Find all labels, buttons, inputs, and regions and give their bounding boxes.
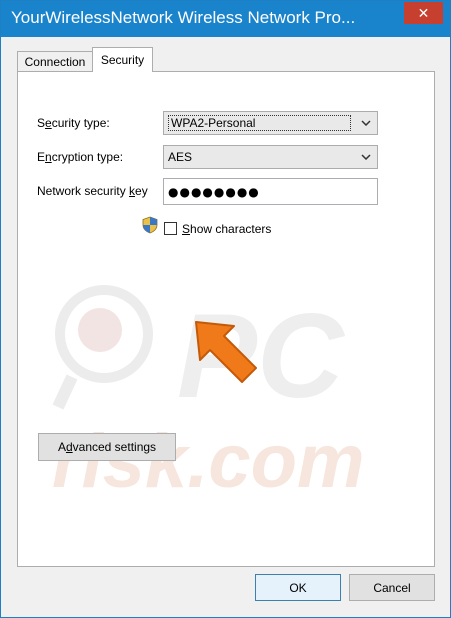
tab-connection-label: Connection	[24, 54, 86, 69]
security-type-select[interactable]: WPA2-Personal	[163, 111, 378, 135]
network-key-input[interactable]: ●●●●●●●●	[163, 178, 378, 205]
tab-connection[interactable]: Connection	[17, 51, 93, 71]
uac-shield-icon	[142, 216, 158, 234]
network-key-label: Network security key	[37, 184, 148, 198]
security-type-label: Security type:	[37, 116, 110, 130]
pointer-arrow-icon	[195, 321, 257, 383]
window-title: YourWirelessNetwork Wireless Network Pro…	[11, 8, 356, 27]
chevron-down-icon	[355, 112, 377, 134]
encryption-type-value: AES	[168, 150, 193, 164]
dialog-window: YourWirelessNetwork Wireless Network Pro…	[0, 0, 451, 618]
pcrisk-watermark: PC risk.com	[52, 285, 365, 502]
ok-button[interactable]: OK	[255, 574, 341, 601]
security-tab-panel: PC risk.com Security type: WPA2-Personal…	[17, 71, 435, 567]
title-bar[interactable]: YourWirelessNetwork Wireless Network Pro…	[1, 1, 450, 37]
network-key-value: ●●●●●●●●	[168, 184, 260, 199]
tab-security-label: Security	[100, 53, 145, 67]
chevron-down-icon	[355, 146, 377, 168]
security-type-value: WPA2-Personal	[168, 115, 351, 131]
show-characters-checkbox[interactable]	[164, 222, 177, 235]
encryption-type-label: Encryption type:	[37, 150, 124, 164]
advanced-settings-button[interactable]: Ad vanced settings	[38, 433, 176, 461]
tab-security[interactable]: Security	[92, 47, 153, 72]
close-icon: ✕	[417, 4, 430, 21]
cancel-button[interactable]: Cancel	[349, 574, 435, 601]
show-characters-label[interactable]: Show characters	[182, 222, 271, 236]
encryption-type-select[interactable]: AES	[163, 145, 378, 169]
close-button[interactable]: ✕	[404, 2, 443, 24]
